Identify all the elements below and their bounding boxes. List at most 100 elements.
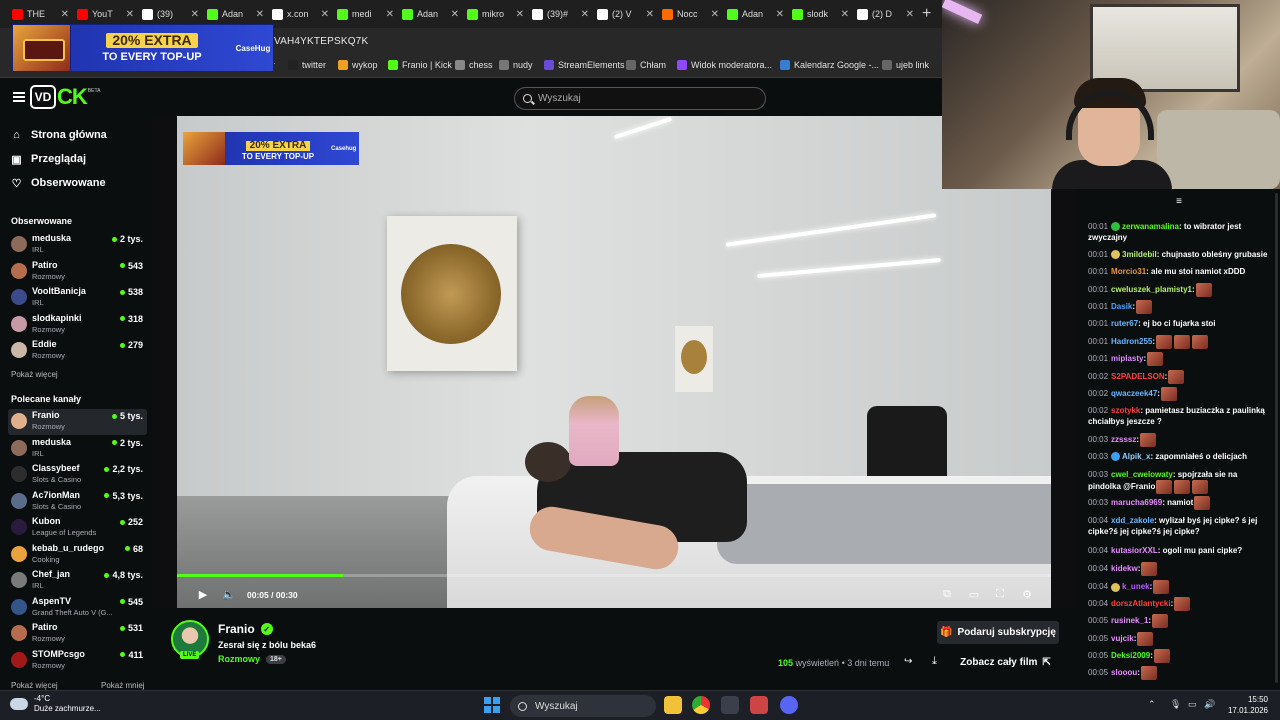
settings-icon[interactable]: ⚙ [1019,586,1035,602]
show-more-link[interactable]: Pokaż więcej [11,370,58,379]
browser-tab[interactable]: Adan ✕ [723,3,788,25]
chat-username[interactable]: zerwanamalina [1122,222,1179,231]
show-less-link[interactable]: Pokaż mniej [101,681,145,690]
chat-username[interactable]: vujcik [1111,634,1134,643]
bookmark-item[interactable]: StreamElements [544,60,625,70]
close-tab-icon[interactable]: ✕ [191,9,199,20]
bookmark-item[interactable]: Kalendarz Google -... [780,60,879,70]
chat-username[interactable]: kutasiorXXL [1111,546,1158,555]
fullscreen-icon[interactable]: ⛶ [992,586,1008,602]
browser-tab[interactable]: (39)# ✕ [528,3,593,25]
chat-username[interactable]: qwaczeek47 [1111,389,1157,398]
chat-username[interactable]: k_unek [1122,582,1150,591]
channel-item[interactable]: Eddie Rozmowy 279 [8,338,147,364]
windows-start-icon[interactable] [484,697,500,713]
chat-username[interactable]: marucha6969 [1111,498,1162,507]
tray-chevron-icon[interactable]: ⌃ [1148,699,1156,710]
share-icon[interactable]: ↪ [904,656,912,667]
nav-home[interactable]: ⌂ Strona główna [11,129,107,141]
download-icon[interactable]: ⤓ [932,655,937,668]
clock[interactable]: 15:50 17.01.2026 [1226,694,1268,716]
close-tab-icon[interactable]: ✕ [646,9,654,20]
file-explorer-icon[interactable] [664,696,682,714]
nav-browse[interactable]: ▣ Przeglądaj [11,153,86,166]
bookmark-item[interactable]: chess [455,60,493,70]
chat-username[interactable]: cwel_cwelowaty [1111,470,1173,479]
speaker-icon[interactable]: 🔊 [1204,699,1215,710]
chat-username[interactable]: dorszAtlantycki [1111,599,1171,608]
close-tab-icon[interactable]: ✕ [386,9,394,20]
channel-item[interactable]: Classybeef Slots & Casino 2,2 tys. [8,462,147,488]
play-icon[interactable]: ▶ [195,586,211,602]
theater-mode-icon[interactable]: ▭ [966,586,982,602]
browser-tab[interactable]: mikro ✕ [463,3,528,25]
close-tab-icon[interactable]: ✕ [126,9,134,20]
chat-scrollbar[interactable] [1275,193,1278,683]
channel-item[interactable]: Franio Rozmowy 5 tys. [8,409,147,435]
browser-tab[interactable]: THE ✕ [8,3,73,25]
bookmark-item[interactable]: nudy [499,60,533,70]
search-box[interactable] [514,87,766,110]
channel-item[interactable]: VooltBanicja IRL 538 [8,285,147,311]
chat-username[interactable]: Alpik_x [1122,452,1150,461]
chat-username[interactable]: xdd_zakole [1111,516,1154,525]
browser-tab[interactable]: Adan ✕ [398,3,463,25]
close-tab-icon[interactable]: ✕ [451,9,459,20]
discord-icon[interactable] [780,696,798,714]
chat-username[interactable]: Dasik [1111,302,1132,311]
search-input[interactable] [538,93,738,104]
hamburger-menu-icon[interactable] [13,92,25,102]
chat-username[interactable]: 3mildebil [1122,250,1157,259]
close-tab-icon[interactable]: ✕ [256,9,264,20]
chat-username[interactable]: ruter67 [1111,319,1138,328]
video-progress-bar[interactable] [177,574,1051,577]
bookmark-item[interactable]: ujeb link [882,60,929,70]
microphone-icon[interactable]: 🎙 [1170,699,1181,710]
chat-username[interactable]: cweluszek_plamisty1 [1111,285,1192,294]
browser-tab[interactable]: YouT ✕ [73,3,138,25]
browser-tab[interactable]: (2) V ✕ [593,3,658,25]
app-icon[interactable] [721,696,739,714]
close-tab-icon[interactable]: ✕ [61,9,69,20]
bookmark-item[interactable]: twitter [288,60,326,70]
channel-item[interactable]: Patiro Rozmowy 531 [8,621,147,647]
close-tab-icon[interactable]: ✕ [906,9,914,20]
weather-widget[interactable]: -4°C Duże zachmurze... [10,694,101,714]
close-tab-icon[interactable]: ✕ [581,9,589,20]
channel-item[interactable]: Kubon League of Legends 252 [8,515,147,541]
url-text[interactable]: VAH4YKTEPSKQ7K [274,36,368,47]
chat-username[interactable]: slooou [1111,668,1137,677]
chat-username[interactable]: rusinek_1 [1111,616,1148,625]
browser-tab[interactable]: medi ✕ [333,3,398,25]
channel-item[interactable]: Chef_jan IRL 4,8 tys. [8,568,147,594]
gift-subscription-button[interactable]: 🎁 Podaruj subskrypcję [937,621,1059,644]
chat-username[interactable]: Deksi2009 [1111,651,1150,660]
close-tab-icon[interactable]: ✕ [841,9,849,20]
show-more-recommended-link[interactable]: Pokaż więcej [11,681,58,690]
close-tab-icon[interactable]: ✕ [516,9,524,20]
channel-item[interactable]: Patiro Rozmowy 543 [8,259,147,285]
chat-username[interactable]: Hadron255 [1111,337,1152,346]
chat-username[interactable]: zzsssz [1111,435,1136,444]
volume-icon[interactable]: 🔈 [221,586,237,602]
close-tab-icon[interactable]: ✕ [776,9,784,20]
close-tab-icon[interactable]: ✕ [711,9,719,20]
chat-username[interactable]: kidekw [1111,564,1138,573]
channel-item[interactable]: meduska IRL 2 tys. [8,232,147,258]
channel-item[interactable]: slodkapinki Rozmowy 318 [8,312,147,338]
browser-tab[interactable]: Nocc ✕ [658,3,723,25]
video-ad-overlay[interactable]: 20% EXTRA TO EVERY TOP-UP Casehug [183,132,359,165]
bookmark-item[interactable]: Chłam [626,60,666,70]
bookmark-item[interactable]: Widok moderatora... [677,60,772,70]
browser-tab[interactable]: (39) ✕ [138,3,203,25]
channel-item[interactable]: AspenTV Grand Theft Auto V (G... 545 [8,595,147,621]
ad-banner[interactable]: 20% EXTRA TO EVERY TOP-UP CaseHug [12,24,274,72]
browser-tab[interactable]: slodk ✕ [788,3,853,25]
channel-item[interactable]: meduska IRL 2 tys. [8,436,147,462]
watch-full-video-button[interactable]: Zobacz cały film ⇱ [952,651,1059,674]
video-player[interactable]: 20% EXTRA TO EVERY TOP-UP Casehug [177,116,1051,608]
bookmark-item[interactable]: Franio | Kick [388,60,452,70]
new-tab-icon[interactable]: + [922,5,931,23]
chrome-icon[interactable] [692,696,710,714]
chat-username[interactable]: szotykk [1111,406,1140,415]
